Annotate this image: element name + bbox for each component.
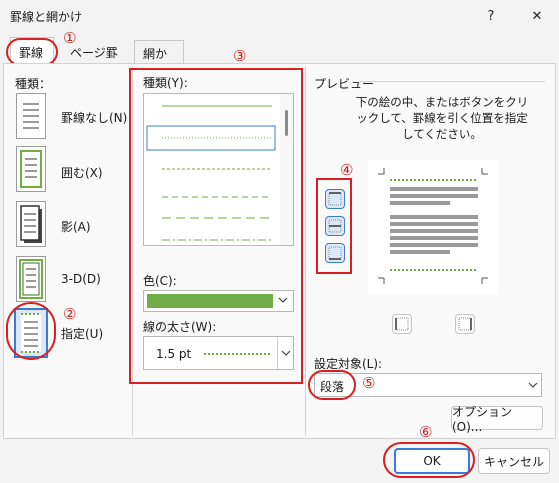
- settings-heading: 種類：: [15, 77, 52, 91]
- chevron-down-icon: [278, 294, 288, 309]
- annotation-2: ②: [63, 305, 77, 323]
- setting-label-shadow[interactable]: 影(A): [61, 218, 91, 235]
- cancel-button[interactable]: キャンセル: [478, 448, 550, 474]
- tab-shading[interactable]: 網かけ: [134, 40, 184, 78]
- chevron-down-icon: [281, 347, 291, 362]
- setting-label-box[interactable]: 囲む(X): [61, 164, 103, 181]
- width-label: 線の太さ(W):: [143, 320, 217, 334]
- annotation-circle-6: [383, 442, 475, 478]
- chevron-down-icon: [528, 379, 538, 394]
- width-dropdown[interactable]: 1.5 pt: [143, 336, 294, 370]
- border-top-icon: [328, 192, 342, 206]
- annotation-4: ④: [340, 161, 354, 179]
- border-box-icon[interactable]: [16, 146, 46, 192]
- border-right-icon: [458, 317, 472, 331]
- color-dropdown[interactable]: [143, 290, 294, 312]
- preview-instruction: 下の絵の中、またはボタンをクリックして、罫線を引く位置を指定してください。: [355, 95, 529, 141]
- border-middle-icon: [328, 219, 342, 233]
- line-style-list[interactable]: [143, 93, 294, 246]
- width-preview-line: [204, 353, 272, 355]
- border-top-button[interactable]: [325, 189, 345, 209]
- annotation-1: ①: [63, 29, 77, 47]
- annotation-6: ⑥: [419, 423, 433, 441]
- border-left-icon: [395, 317, 409, 331]
- annotation-circle-2: [6, 302, 56, 360]
- border-shadow-icon[interactable]: [16, 201, 46, 247]
- annotation-5: ⑤: [362, 374, 376, 392]
- close-button[interactable]: ✕: [522, 4, 552, 28]
- column-divider-right: [305, 66, 306, 436]
- border-none-icon[interactable]: [16, 93, 46, 139]
- options-button[interactable]: オプション(O)...: [451, 405, 543, 434]
- preview-heading: プレビュー: [314, 77, 375, 91]
- border-3d-icon[interactable]: [16, 256, 46, 302]
- border-left-button[interactable]: [392, 314, 412, 334]
- tab-page-border[interactable]: ページ罫線: [68, 40, 132, 77]
- annotation-3: ③: [233, 47, 247, 65]
- annotation-circle-1: [6, 38, 58, 66]
- setting-label-custom[interactable]: 指定(U): [61, 325, 103, 342]
- color-swatch: [147, 294, 273, 308]
- border-bottom-button[interactable]: [325, 243, 345, 263]
- annotation-circle-5: [308, 370, 356, 400]
- border-middle-button[interactable]: [325, 216, 345, 236]
- style-heading: 種類(Y):: [143, 76, 188, 90]
- setting-label-none[interactable]: 罫線なし(N): [61, 109, 127, 126]
- border-bottom-icon: [328, 246, 342, 260]
- setting-label-3d[interactable]: 3-D(D): [61, 272, 101, 286]
- color-label: 色(C):: [143, 274, 177, 288]
- preview-heading-rule: [360, 81, 545, 82]
- preview-canvas[interactable]: [368, 160, 498, 295]
- dropdown-separator: [277, 337, 278, 369]
- border-right-button[interactable]: [455, 314, 475, 334]
- dialog-title: 罫線と網かけ: [10, 10, 83, 24]
- width-value: 1.5 pt: [156, 347, 192, 361]
- help-button[interactable]: ?: [476, 4, 506, 28]
